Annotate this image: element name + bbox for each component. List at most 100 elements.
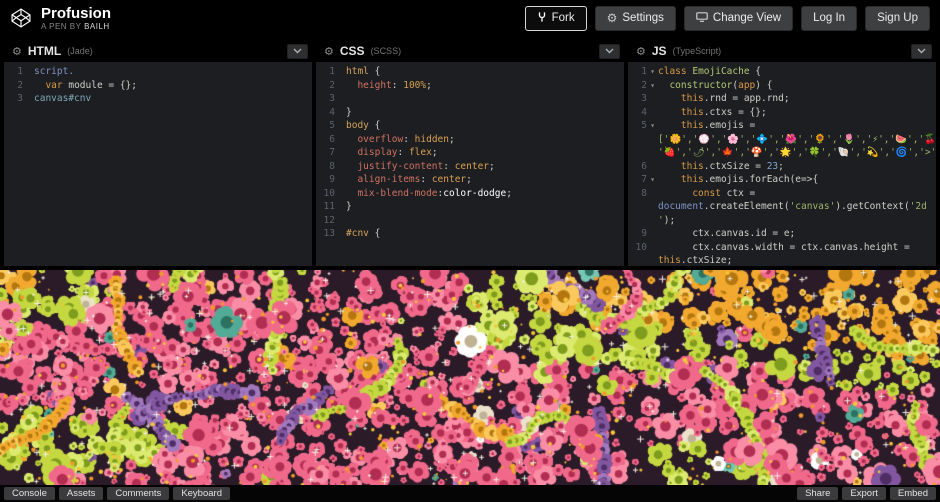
chevron-down-icon[interactable] <box>599 44 620 59</box>
code-area-css[interactable]: 1html {2 height: 100%;34}5body {6 overfl… <box>316 62 624 266</box>
fold-arrow <box>335 187 346 201</box>
code-line: '🍓','🌶','🍁','🍄','🌟','🍀','🐚','💫','🌀','>']… <box>628 146 936 160</box>
fold-arrow: ▾ <box>647 65 658 79</box>
code-line: 2 var module = {}; <box>4 79 312 93</box>
code-line: 13#cnv { <box>316 227 624 241</box>
line-number: 9 <box>628 227 647 241</box>
gear-icon[interactable]: ⚙ <box>324 45 334 58</box>
fold-arrow <box>647 187 658 201</box>
line-number: 10 <box>316 187 335 201</box>
pen-title: Profusion <box>41 6 111 22</box>
code-line: 1script. <box>4 65 312 79</box>
author-link[interactable]: Bailh <box>84 22 110 31</box>
fold-arrow <box>335 146 346 160</box>
code-line: 5body { <box>316 119 624 133</box>
footer-button-console[interactable]: Console <box>4 487 55 501</box>
gear-icon: ⚙ <box>607 12 618 24</box>
footer-button-keyboard[interactable]: Keyboard <box>173 487 230 501</box>
fold-arrow: ▾ <box>647 79 658 93</box>
code-text: class EmojiCache { <box>658 65 761 79</box>
change-view-button[interactable]: Change View <box>684 6 793 31</box>
fold-arrow <box>335 173 346 187</box>
pen-preview-canvas <box>0 270 940 485</box>
code-area-html[interactable]: 1script.2 var module = {};3canvas#cnv <box>4 62 312 266</box>
code-text: '🍓','🌶','🍁','🍄','🌟','🍀','🐚','💫','🌀','>']… <box>658 146 936 160</box>
line-number: 2 <box>4 79 23 93</box>
settings-button[interactable]: ⚙ Settings <box>595 6 676 31</box>
login-button[interactable]: Log In <box>801 6 857 31</box>
code-text: this.ctxs = {}; <box>658 106 767 120</box>
editor-header-html: ⚙HTML(Jade) <box>4 40 312 62</box>
footer-button-embed[interactable]: Embed <box>890 487 936 501</box>
line-number: 3 <box>4 92 23 106</box>
footer-button-assets[interactable]: Assets <box>59 487 104 501</box>
fold-arrow <box>647 227 658 241</box>
chevron-down-icon[interactable] <box>911 44 932 59</box>
gear-icon[interactable]: ⚙ <box>12 45 22 58</box>
editor-panel-css: ⚙CSS(SCSS)1html {2 height: 100%;34}5body… <box>316 40 624 266</box>
fold-arrow <box>335 227 346 241</box>
line-number: 1 <box>316 65 335 79</box>
preview-pane <box>0 270 940 485</box>
code-text: const ctx = <box>658 187 755 201</box>
fold-arrow <box>647 254 658 266</box>
signup-button[interactable]: Sign Up <box>865 6 930 31</box>
code-line: 8 const ctx = <box>628 187 936 201</box>
code-text: '); <box>658 214 675 228</box>
line-number: 6 <box>628 160 647 174</box>
code-text: var module = {}; <box>34 79 137 93</box>
code-line: 7▾ this.emojis.forEach(e=>{ <box>628 173 936 187</box>
code-text: justify-content: center; <box>346 160 495 174</box>
code-area-js[interactable]: 1▾class EmojiCache {2▾ constructor(app) … <box>628 62 936 266</box>
fork-button[interactable]: Fork <box>525 6 587 31</box>
fork-label: Fork <box>552 12 575 24</box>
line-number <box>628 214 647 228</box>
fold-arrow <box>23 65 34 79</box>
byline-prefix: A Pen By <box>41 22 81 31</box>
code-text: body { <box>346 119 380 133</box>
fold-arrow <box>335 92 346 106</box>
editor-title-js: JS <box>652 44 667 58</box>
code-line: 7 display: flex; <box>316 146 624 160</box>
gear-icon[interactable]: ⚙ <box>636 45 646 58</box>
line-number <box>628 133 647 147</box>
fold-arrow <box>335 133 346 147</box>
footer-bar: Console AssetsComments Keyboard Share Expor… <box>0 485 940 502</box>
brand: Profusion A Pen By Bailh <box>10 6 111 31</box>
line-number: 7 <box>316 146 335 160</box>
pen-meta: Profusion A Pen By Bailh <box>41 6 111 31</box>
editor-header-css: ⚙CSS(SCSS) <box>316 40 624 62</box>
code-line: 2▾ constructor(app) { <box>628 79 936 93</box>
fold-arrow <box>335 106 346 120</box>
line-number: 3 <box>628 92 647 106</box>
line-number: 4 <box>628 106 647 120</box>
footer-right: Share Export Embed <box>797 487 936 501</box>
line-number: 3 <box>316 92 335 106</box>
footer-button-comments[interactable]: Comments <box>107 487 169 501</box>
monitor-icon <box>696 12 708 25</box>
code-line: 3 <box>316 92 624 106</box>
code-text: ['🌼','💮','🌸','💠','🌺','🌻','🌷','⚡','🍉','🍒'… <box>658 133 936 147</box>
code-text: overflow: hidden; <box>346 133 455 147</box>
footer-button-export[interactable]: Export <box>842 487 885 501</box>
fold-arrow <box>335 65 346 79</box>
code-line: 10 ctx.canvas.width = ctx.canvas.height … <box>628 241 936 255</box>
line-number: 8 <box>628 187 647 201</box>
code-line: 12 <box>316 214 624 228</box>
chevron-down-icon[interactable] <box>287 44 308 59</box>
change-view-label: Change View <box>713 12 781 24</box>
line-number: 2 <box>628 79 647 93</box>
code-line: 6 this.ctxSize = 23; <box>628 160 936 174</box>
code-text: display: flex; <box>346 146 438 160</box>
line-number: 7 <box>628 173 647 187</box>
code-text: this.emojis = <box>658 119 755 133</box>
fold-arrow <box>335 160 346 174</box>
footer-button-share[interactable]: Share <box>797 487 838 501</box>
editor-header-js: ⚙JS(TypeScript) <box>628 40 936 62</box>
codepen-logo[interactable] <box>10 7 32 29</box>
code-line: 8 justify-content: center; <box>316 160 624 174</box>
code-line: 6 overflow: hidden; <box>316 133 624 147</box>
code-line: 4} <box>316 106 624 120</box>
code-line: this.ctxSize; <box>628 254 936 266</box>
code-line: 4 this.ctxs = {}; <box>628 106 936 120</box>
